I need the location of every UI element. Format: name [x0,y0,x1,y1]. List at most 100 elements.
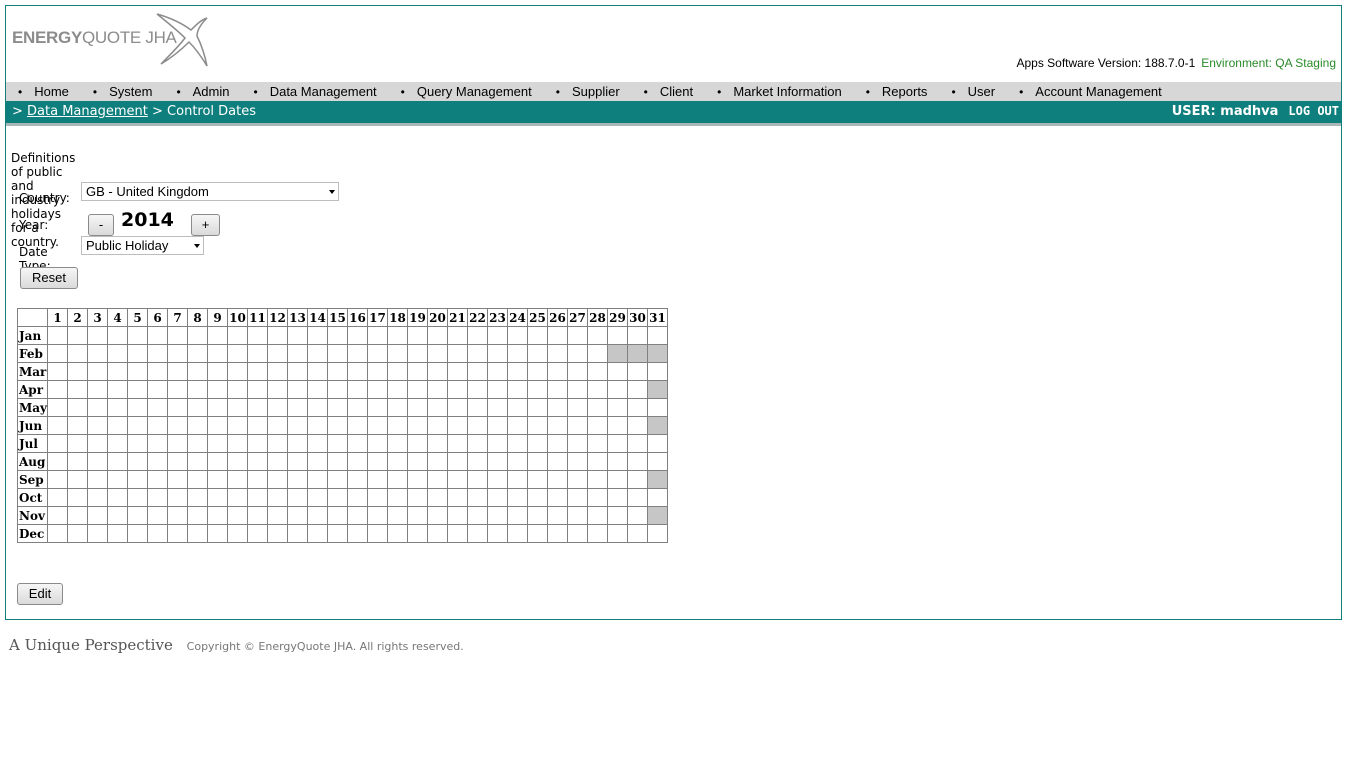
calendar-cell[interactable] [227,416,249,435]
calendar-cell[interactable] [567,524,589,543]
calendar-cell[interactable] [347,416,369,435]
calendar-cell[interactable] [627,362,649,381]
calendar-cell[interactable] [247,380,269,399]
calendar-cell[interactable] [287,524,309,543]
calendar-cell[interactable] [107,452,129,471]
calendar-cell[interactable] [647,362,669,381]
calendar-cell[interactable] [287,416,309,435]
calendar-cell[interactable] [547,506,569,525]
calendar-cell[interactable] [587,488,609,507]
calendar-cell[interactable] [567,362,589,381]
calendar-cell[interactable] [367,488,389,507]
calendar-cell[interactable] [387,362,409,381]
calendar-cell[interactable] [87,416,109,435]
calendar-cell[interactable] [247,470,269,489]
calendar-cell[interactable] [547,470,569,489]
calendar-cell[interactable] [367,344,389,363]
calendar-cell[interactable] [527,380,549,399]
calendar-cell[interactable] [467,434,489,453]
calendar-cell[interactable] [447,434,469,453]
calendar-cell[interactable] [127,362,149,381]
calendar-cell[interactable] [527,434,549,453]
calendar-cell[interactable] [227,380,249,399]
calendar-cell[interactable] [107,326,129,345]
calendar-cell[interactable] [447,488,469,507]
calendar-cell[interactable] [427,506,449,525]
calendar-cell[interactable] [327,416,349,435]
calendar-cell[interactable] [327,434,349,453]
calendar-cell[interactable] [107,434,129,453]
calendar-cell[interactable] [427,488,449,507]
calendar-cell[interactable] [47,344,69,363]
calendar-cell[interactable] [507,506,529,525]
calendar-cell[interactable] [207,488,229,507]
calendar-cell[interactable] [147,398,169,417]
calendar-cell[interactable] [467,326,489,345]
calendar-cell[interactable] [387,470,409,489]
calendar-cell[interactable] [627,452,649,471]
calendar-cell[interactable] [607,398,629,417]
calendar-cell[interactable] [527,398,549,417]
calendar-cell[interactable] [547,344,569,363]
menu-item-account-management[interactable]: • Account Management [1007,84,1174,99]
calendar-cell[interactable] [107,362,129,381]
calendar-cell[interactable] [567,380,589,399]
calendar-cell[interactable] [507,524,529,543]
calendar-cell[interactable] [547,398,569,417]
calendar-cell[interactable] [527,470,549,489]
calendar-cell[interactable] [287,470,309,489]
calendar-cell[interactable] [387,434,409,453]
calendar-cell[interactable] [47,452,69,471]
calendar-cell[interactable] [87,362,109,381]
calendar-cell[interactable] [247,398,269,417]
calendar-cell[interactable] [487,380,509,399]
menu-item-client[interactable]: • Client [632,84,705,99]
calendar-cell[interactable] [267,434,289,453]
calendar-cell[interactable] [447,326,469,345]
calendar-cell[interactable] [487,416,509,435]
calendar-cell[interactable] [167,506,189,525]
calendar-cell[interactable] [347,452,369,471]
calendar-cell[interactable] [407,362,429,381]
calendar-cell[interactable] [87,470,109,489]
calendar-cell[interactable] [367,470,389,489]
calendar-cell[interactable] [367,524,389,543]
calendar-cell[interactable] [587,362,609,381]
calendar-cell[interactable] [587,506,609,525]
breadcrumb-link-data-management[interactable]: Data Management [27,104,148,119]
calendar-cell[interactable] [467,470,489,489]
calendar-cell[interactable] [607,362,629,381]
calendar-cell[interactable] [627,524,649,543]
calendar-cell[interactable] [327,380,349,399]
calendar-cell[interactable] [427,452,449,471]
calendar-cell[interactable] [67,362,89,381]
calendar-cell[interactable] [327,488,349,507]
calendar-cell[interactable] [127,434,149,453]
edit-button[interactable]: Edit [17,583,63,605]
calendar-cell[interactable] [167,344,189,363]
calendar-cell[interactable] [67,488,89,507]
calendar-cell[interactable] [447,452,469,471]
calendar-cell[interactable] [247,362,269,381]
calendar-cell[interactable] [347,506,369,525]
calendar-cell[interactable] [267,452,289,471]
calendar-cell[interactable] [227,326,249,345]
calendar-cell[interactable] [527,506,549,525]
calendar-cell[interactable] [407,524,429,543]
calendar-cell[interactable] [387,506,409,525]
calendar-cell[interactable] [147,470,169,489]
calendar-cell[interactable] [247,524,269,543]
calendar-cell[interactable] [227,344,249,363]
reset-button[interactable]: Reset [20,267,78,289]
calendar-cell[interactable] [327,470,349,489]
menu-item-query-management[interactable]: • Query Management [389,84,544,99]
calendar-cell[interactable] [467,380,489,399]
menu-item-home[interactable]: • Home [6,84,81,99]
calendar-cell[interactable] [487,398,509,417]
calendar-cell[interactable] [567,416,589,435]
calendar-cell[interactable] [447,416,469,435]
calendar-cell[interactable] [47,416,69,435]
calendar-cell[interactable] [287,398,309,417]
calendar-cell[interactable] [607,380,629,399]
calendar-cell[interactable] [207,452,229,471]
